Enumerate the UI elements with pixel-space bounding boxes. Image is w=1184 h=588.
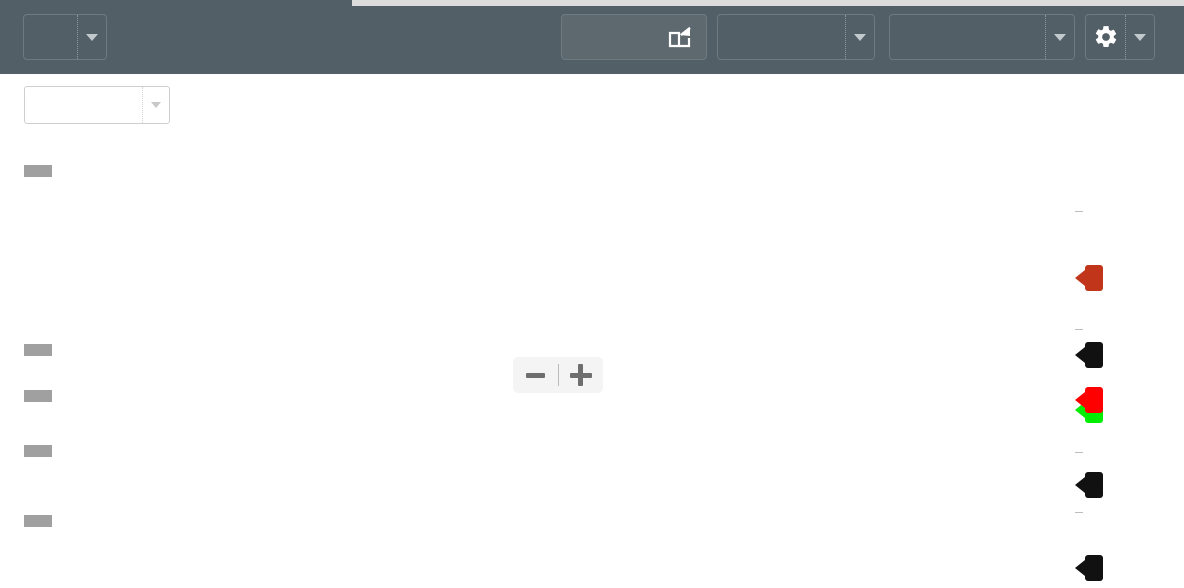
axis-tickmark-volroc: [1075, 452, 1083, 453]
minus-icon: [525, 372, 545, 378]
rsi-value-badge: [1085, 342, 1103, 368]
studies-menu-button[interactable]: [889, 14, 1075, 60]
zoom-control[interactable]: [513, 357, 603, 393]
share-arrow-icon: [668, 26, 692, 48]
zoom-out-button[interactable]: [513, 357, 558, 393]
study-plate-rsi[interactable]: [24, 344, 52, 356]
williams-value-badge: [1085, 555, 1103, 581]
study-plate-adx[interactable]: [24, 390, 52, 402]
study-plate-williams[interactable]: [24, 515, 52, 527]
volroc-value-badge: [1085, 472, 1103, 498]
settings-button[interactable]: [1085, 14, 1155, 60]
chart-canvas[interactable]: [0, 132, 1184, 588]
chevron-down-icon[interactable]: [143, 102, 169, 108]
top-toolbar: [0, 0, 1184, 74]
tool-bar-secondary: [0, 74, 1184, 132]
chart-menu-button[interactable]: [717, 14, 875, 60]
toolbar-top-strip: [352, 0, 1184, 6]
zoom-in-button[interactable]: [559, 357, 604, 393]
price-axis[interactable]: [1073, 132, 1184, 588]
interval-selector[interactable]: [23, 14, 107, 60]
select-tool-dropdown[interactable]: [24, 86, 170, 124]
chevron-down-icon[interactable]: [78, 33, 106, 41]
symbol-plate[interactable]: [24, 165, 52, 177]
axis-tickmark-rsi: [1075, 329, 1083, 330]
price-badge: [1085, 265, 1103, 291]
plus-icon: [569, 364, 592, 386]
chevron-down-icon[interactable]: [846, 33, 874, 41]
chevron-down-icon[interactable]: [1126, 33, 1154, 41]
study-plate-vol-roc[interactable]: [24, 445, 52, 457]
axis-tickmark-price: [1075, 211, 1083, 212]
adx-value-badge: [1085, 387, 1103, 413]
share-button[interactable]: [561, 14, 707, 60]
chevron-down-icon[interactable]: [1046, 33, 1074, 41]
gear-icon: [1086, 24, 1125, 50]
axis-tickmark-williams: [1075, 512, 1083, 513]
